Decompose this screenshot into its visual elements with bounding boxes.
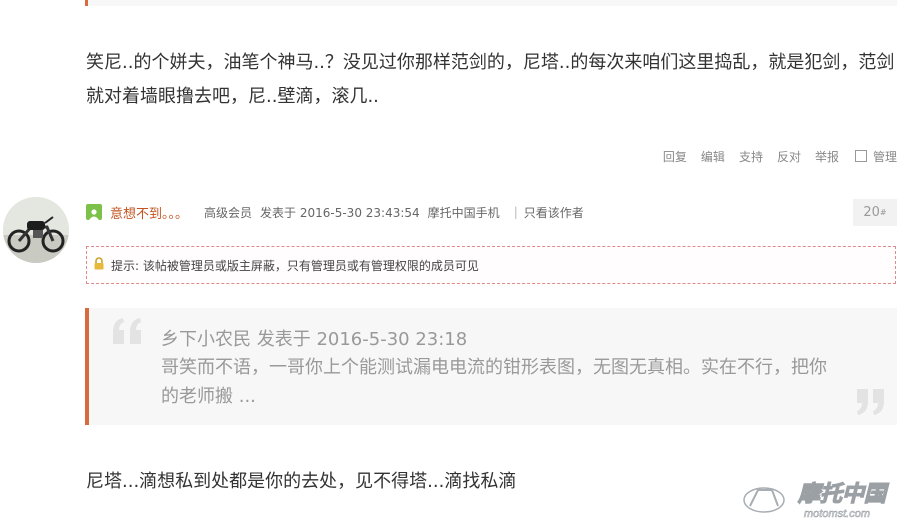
manage-control[interactable]: 管理 [854,148,897,165]
open-quote-icon [113,318,141,344]
watermark-brand: 摩托中国 [797,481,889,506]
notice-text: 提示: 该帖被管理员或版主屏蔽，只有管理员或有管理权限的成员可见 [111,258,479,273]
post-author-row: 意想不到。。。 高级会员 发表于 2016-5-30 23:43:54 摩托中国… [86,202,584,222]
quote-block: 乡下小农民 发表于 2016-5-30 23:18 哥笑而不语，一哥你上个能测试… [85,308,897,425]
client-link[interactable]: 摩托中国手机 [428,204,500,221]
motomst-watermark-logo: 摩托中国 motomst.com [742,480,890,520]
motorcycle-avatar-image [3,197,69,263]
floor-number[interactable]: 20 # [853,199,897,226]
previous-quote-block-edge [85,0,897,6]
post-action-bar: 回复 编辑 支持 反对 举报 管理 [663,146,897,166]
reply-link[interactable]: 回复 [663,148,687,165]
quote-header: 乡下小农民 发表于 2016-5-30 23:18 [161,329,468,350]
member-rank: 高级会员 [204,205,253,220]
manage-label: 管理 [872,149,897,164]
oppose-link[interactable]: 反对 [777,148,801,165]
lock-icon [93,257,105,273]
quote-text: 哥笑而不语，一哥你上个能测试漏电电流的钳形表图，无图无真相。实在不行，把你的老师… [161,357,827,407]
user-icon [86,204,102,220]
author-only-link[interactable]: 只看该作者 [524,204,584,221]
moderation-notice: 提示: 该帖被管理员或版主屏蔽，只有管理员或有管理权限的成员可见 [86,246,896,284]
post-timestamp: 发表于 2016-5-30 23:43:54 [260,205,420,220]
watermark-url: motomst.com [804,508,870,520]
previous-post-content: 笑尼..的个姘夫，油笔个神马..？没见过你那样范剑的，尼塔..的每次来咱们这里捣… [86,52,895,107]
report-link[interactable]: 举报 [815,148,839,165]
edit-link[interactable]: 编辑 [701,148,725,165]
manage-checkbox[interactable] [854,150,867,162]
post-content: 尼塔...滴想私到处都是你的去处，见不得塔...滴找私滴 [86,471,517,492]
floor-mark: # [879,208,887,217]
support-link[interactable]: 支持 [739,148,763,165]
separator: | [513,205,518,219]
floor-number-value: 20 [863,205,880,220]
author-name-link[interactable]: 意想不到。。。 [110,203,188,222]
avatar[interactable] [3,197,69,263]
close-quote-icon [857,389,884,415]
